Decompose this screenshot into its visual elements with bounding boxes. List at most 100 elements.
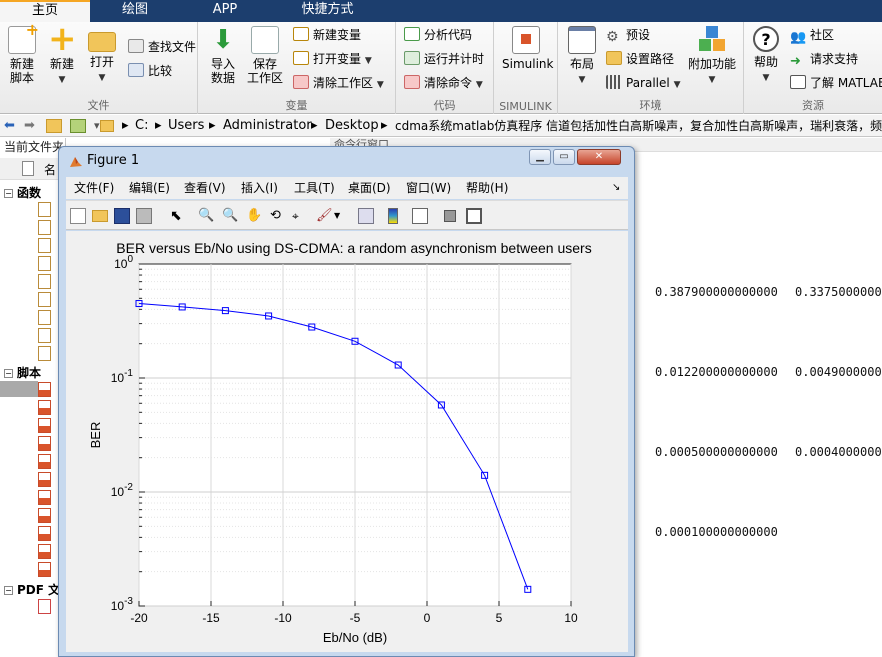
script-file-icon[interactable] (38, 436, 51, 451)
tab-apps[interactable]: APP (180, 0, 270, 22)
addons-button[interactable]: 附加功能 ▼ (686, 26, 738, 87)
set-path-button[interactable]: 设置路径 (606, 48, 674, 70)
save-workspace-button[interactable]: 保存 工作区 (243, 26, 287, 85)
parallel-button[interactable]: Parallel ▼ (606, 72, 680, 94)
menu-view[interactable]: 查看(V) (184, 177, 226, 199)
save-icon[interactable] (114, 208, 130, 224)
brush-dropdown-icon[interactable]: ▼ (334, 208, 350, 224)
script-file-icon[interactable] (38, 454, 51, 469)
pointer-icon[interactable]: ⬉ (170, 208, 186, 224)
x-tick-label: 0 (424, 611, 431, 625)
function-file-icon[interactable] (38, 202, 51, 217)
tab-home[interactable]: 主页 (0, 0, 90, 22)
collapse-icon[interactable]: − (4, 189, 13, 198)
new-caret-icon: ▼ (58, 75, 66, 85)
menu-window[interactable]: 窗口(W) (406, 177, 451, 199)
show-plot-tools-icon[interactable] (466, 208, 482, 224)
rotate-icon[interactable]: ⟲ (270, 208, 286, 224)
script-file-icon[interactable] (38, 472, 51, 487)
back-arrow-icon[interactable]: ⬅ (4, 115, 15, 136)
function-file-icon[interactable] (38, 292, 51, 307)
section-functions[interactable]: − 函数 (4, 184, 41, 201)
run-and-time-button[interactable]: 运行并计时 (404, 48, 484, 70)
selected-row-highlight[interactable] (0, 381, 38, 397)
browse-folder-icon[interactable] (70, 119, 86, 133)
breadcrumb-administrator[interactable]: Administrator (223, 115, 312, 136)
script-file-icon[interactable] (38, 490, 51, 505)
zoom-out-icon[interactable]: 🔍 (222, 208, 238, 224)
analyze-code-button[interactable]: 分析代码 (404, 24, 472, 46)
script-file-icon[interactable] (38, 382, 51, 397)
learn-matlab-button[interactable]: 了解 MATLAB (790, 72, 882, 94)
open-variable-button[interactable]: 打开变量 ▼ (293, 48, 372, 70)
breadcrumb-drive[interactable]: C: (135, 115, 148, 136)
new-variable-button[interactable]: 新建变量 (293, 24, 361, 46)
clear-commands-button[interactable]: 清除命令 ▼ (404, 72, 483, 94)
function-file-icon[interactable] (38, 256, 51, 271)
request-support-button[interactable]: ➜ 请求支持 (790, 48, 858, 70)
name-column-header[interactable]: 名 (44, 161, 56, 178)
script-file-icon[interactable] (38, 508, 51, 523)
function-file-icon[interactable] (38, 328, 51, 343)
open-button[interactable]: 打开 ▼ (80, 26, 124, 85)
script-file-icon[interactable] (38, 562, 51, 577)
script-file-icon[interactable] (38, 418, 51, 433)
community-button[interactable]: 👥 社区 (790, 24, 834, 46)
ber-plot[interactable]: -20 -15 -10 -5 0 5 1010010-110-210-3 BER versu… (66, 231, 628, 652)
menu-help[interactable]: 帮助(H) (466, 177, 508, 199)
function-file-icon[interactable] (38, 310, 51, 325)
preferences-button[interactable]: ⚙ 预设 (606, 24, 650, 46)
menu-file[interactable]: 文件(F) (74, 177, 114, 199)
hide-plot-tools-icon[interactable] (444, 210, 456, 222)
find-files-button[interactable]: 查找文件 (128, 36, 196, 58)
close-button[interactable]: ✕ (577, 149, 621, 165)
menu-tools[interactable]: 工具(T) (294, 177, 335, 199)
function-file-icon[interactable] (38, 220, 51, 235)
print-icon[interactable] (136, 208, 152, 224)
help-button[interactable]: ? 帮助 ▼ (744, 26, 788, 85)
collapse-icon[interactable]: − (4, 369, 13, 378)
script-file-icon[interactable] (38, 400, 51, 415)
link-icon[interactable] (358, 208, 374, 224)
script-file-icon[interactable] (38, 544, 51, 559)
compare-button[interactable]: 比较 (128, 60, 172, 82)
dock-arrow-icon[interactable]: ↘ (612, 177, 620, 199)
maximize-button[interactable]: ▭ (553, 149, 575, 165)
forward-arrow-icon[interactable]: ➡ (24, 115, 35, 136)
tab-shortcuts[interactable]: 快捷方式 (270, 0, 385, 22)
section-pdf[interactable]: − PDF 文 (4, 581, 60, 598)
menu-insert[interactable]: 插入(I) (241, 177, 278, 199)
breadcrumb-users[interactable]: Users (168, 115, 204, 136)
breadcrumb-project-folder[interactable]: cdma系统matlab仿真程序 信道包括加性白高斯噪声，复合加性白高斯噪声，瑞… (395, 115, 882, 136)
collapse-icon[interactable]: − (4, 586, 13, 595)
layout-button[interactable]: 布局 ▼ (560, 26, 604, 87)
function-file-icon[interactable] (38, 346, 51, 361)
script-file-icon[interactable] (38, 526, 51, 541)
open-file-icon[interactable] (92, 210, 108, 222)
breadcrumb-desktop[interactable]: Desktop (325, 115, 379, 136)
legend-icon[interactable] (412, 208, 428, 224)
data-cursor-icon[interactable]: ⌖ (292, 208, 308, 224)
up-folder-icon[interactable] (46, 119, 62, 133)
simulink-button[interactable]: Simulink (502, 26, 553, 71)
pdf-file-icon[interactable] (38, 599, 51, 614)
x-tick-label: -20 (130, 611, 148, 625)
open-label: 打开 (89, 55, 114, 69)
function-file-icon[interactable] (38, 274, 51, 289)
new-figure-icon[interactable] (70, 208, 86, 224)
minimize-button[interactable]: ▁ (529, 149, 551, 165)
tab-plots[interactable]: 绘图 (90, 0, 180, 22)
new-button[interactable]: + 新建 ▼ (40, 22, 84, 87)
section-scripts[interactable]: − 脚本 (4, 364, 41, 381)
import-data-button[interactable]: ⬇ 导入 数据 (201, 26, 245, 85)
function-file-icon[interactable] (38, 238, 51, 253)
clear-workspace-button[interactable]: 清除工作区 ▼ (293, 72, 384, 94)
zoom-in-icon[interactable]: 🔍 (198, 208, 214, 224)
simulink-icon (512, 26, 540, 54)
pan-icon[interactable]: ✋ (246, 208, 262, 224)
menu-edit[interactable]: 编辑(E) (129, 177, 170, 199)
colorbar-icon[interactable] (388, 208, 398, 224)
brush-icon[interactable]: 🖌 (316, 208, 333, 224)
new-script-button[interactable]: + 新建 脚本 (0, 22, 44, 85)
menu-desktop[interactable]: 桌面(D) (348, 177, 391, 199)
